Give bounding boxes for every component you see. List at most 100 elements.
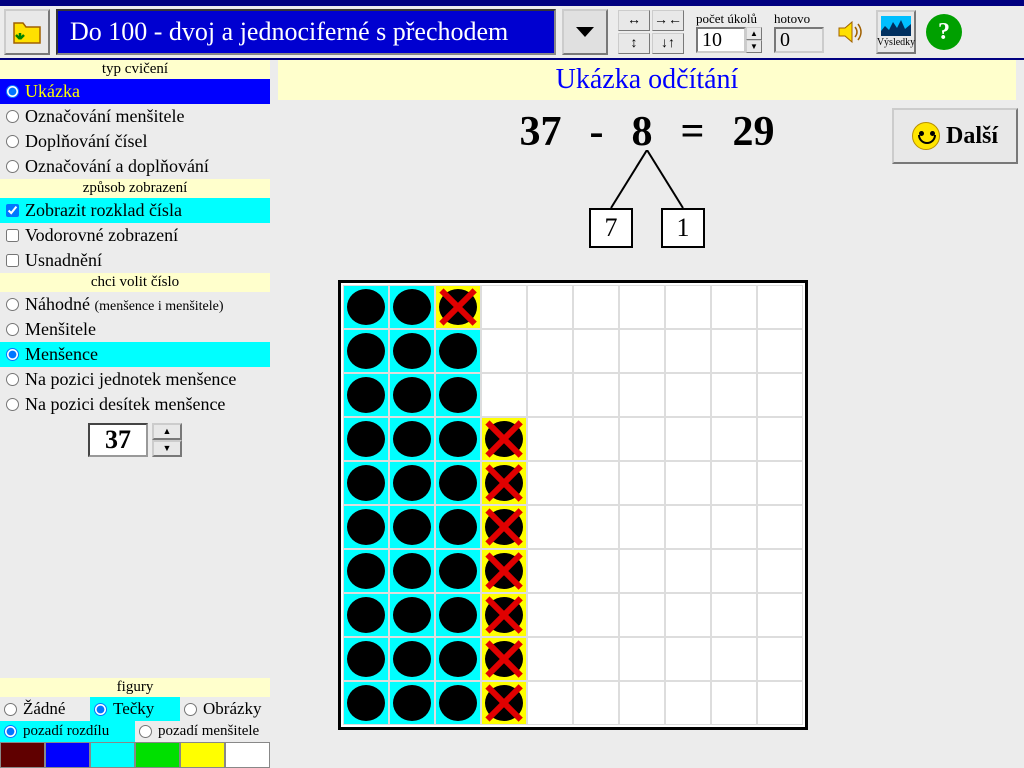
arrow-h-shrink[interactable]: →← <box>652 10 684 31</box>
typ-opt-2[interactable]: Doplňování čísel <box>0 129 270 154</box>
grid-cell <box>435 329 481 373</box>
number-up[interactable]: ▲ <box>152 423 182 440</box>
grid-cell <box>711 549 757 593</box>
grid-cell <box>711 593 757 637</box>
color-swatch[interactable] <box>180 742 225 768</box>
grid-cell <box>481 373 527 417</box>
subtrahend: 8 <box>632 108 653 156</box>
grid-cell <box>435 681 481 725</box>
volit-opt-2[interactable]: Menšence <box>0 342 270 367</box>
sidebar: typ cvičení Ukázka Označování menšitele … <box>0 60 270 768</box>
grid-cell <box>527 373 573 417</box>
volit-opt-4[interactable]: Na pozici desítek menšence <box>0 392 270 417</box>
fig-opt-0[interactable]: Žádné <box>0 697 90 721</box>
grid-cell <box>343 461 389 505</box>
task-count-label: počet úkolů <box>696 11 757 27</box>
grid-cell <box>343 285 389 329</box>
section-fig: figury <box>0 678 270 697</box>
grid-cell <box>573 417 619 461</box>
grid-cell <box>481 285 527 329</box>
exercise-dropdown[interactable]: Do 100 - dvoj a jednociferné s přechodem <box>56 9 556 55</box>
volit-opt-0[interactable]: Náhodné (menšence i menšitele) <box>0 292 270 317</box>
grid-cell <box>435 549 481 593</box>
grid-cell <box>619 593 665 637</box>
grid-cell <box>435 637 481 681</box>
typ-opt-3[interactable]: Označování a doplňování <box>0 154 270 179</box>
grid-cell <box>481 593 527 637</box>
typ-opt-1[interactable]: Označování menšitele <box>0 104 270 129</box>
arrow-v-shrink[interactable]: ↓↑ <box>652 33 684 54</box>
next-button[interactable]: Další <box>892 108 1018 164</box>
section-volit: chci volit číslo <box>0 273 270 292</box>
grid-cell <box>757 593 803 637</box>
result: 29 <box>732 108 774 156</box>
done-label: hotovo <box>774 11 810 27</box>
grid-cell <box>711 417 757 461</box>
grid-cell <box>619 637 665 681</box>
dropdown-arrow-button[interactable] <box>562 9 608 55</box>
help-button[interactable]: ? <box>926 14 962 50</box>
grid-cell <box>389 593 435 637</box>
grid-cell <box>481 461 527 505</box>
main-title: Ukázka odčítání <box>278 60 1016 100</box>
results-button[interactable]: Výsledky <box>876 10 916 54</box>
split-box-1: 7 <box>589 208 633 248</box>
color-palette <box>0 742 270 768</box>
back-folder-button[interactable] <box>4 9 50 55</box>
bg-opt-1[interactable]: pozadí menšitele <box>135 721 270 742</box>
grid-cell <box>481 549 527 593</box>
section-zpusob: způsob zobrazení <box>0 179 270 198</box>
grid-cell <box>619 461 665 505</box>
grid-cell <box>619 329 665 373</box>
volit-opt-3[interactable]: Na pozici jednotek menšence <box>0 367 270 392</box>
grid-cell <box>527 549 573 593</box>
typ-opt-0[interactable]: Ukázka <box>0 79 270 104</box>
grid-cell <box>665 549 711 593</box>
grid-cell <box>573 461 619 505</box>
grid-cell <box>389 461 435 505</box>
sound-button[interactable] <box>830 10 870 54</box>
grid-cell <box>481 681 527 725</box>
grid-cell <box>757 417 803 461</box>
grid-cell <box>665 505 711 549</box>
arrow-v-expand[interactable]: ↕ <box>618 33 650 54</box>
task-count-field: počet úkolů ▲▼ <box>696 11 762 53</box>
fig-opt-2[interactable]: Obrázky <box>180 697 270 721</box>
zpusob-opt-2[interactable]: Usnadnění <box>0 248 270 273</box>
grid-cell <box>527 593 573 637</box>
color-swatch[interactable] <box>225 742 270 768</box>
color-swatch[interactable] <box>90 742 135 768</box>
grid-cell <box>711 461 757 505</box>
task-count-input[interactable] <box>696 27 746 53</box>
zpusob-opt-1[interactable]: Vodorovné zobrazení <box>0 223 270 248</box>
split-box-2: 1 <box>661 208 705 248</box>
results-label: Výsledky <box>877 37 915 48</box>
color-swatch[interactable] <box>0 742 45 768</box>
grid-cell <box>389 417 435 461</box>
grid-cell <box>573 285 619 329</box>
fig-opt-1[interactable]: Tečky <box>90 697 180 721</box>
grid-cell <box>343 505 389 549</box>
grid-cell <box>435 593 481 637</box>
grid-cell <box>527 461 573 505</box>
grid-cell <box>757 637 803 681</box>
volit-opt-1[interactable]: Menšitele <box>0 317 270 342</box>
grid-cell <box>619 681 665 725</box>
arrow-h-expand[interactable]: ↔ <box>618 10 650 31</box>
grid-cell <box>711 373 757 417</box>
grid-cell <box>711 329 757 373</box>
grid-cell <box>343 593 389 637</box>
minus-sign: - <box>590 108 604 156</box>
grid-cell <box>757 461 803 505</box>
task-count-down[interactable]: ▼ <box>746 40 762 53</box>
task-count-up[interactable]: ▲ <box>746 27 762 40</box>
color-swatch[interactable] <box>135 742 180 768</box>
grid-cell <box>527 329 573 373</box>
color-swatch[interactable] <box>45 742 90 768</box>
bg-opt-0[interactable]: pozadí rozdílu <box>0 721 135 742</box>
number-down[interactable]: ▼ <box>152 440 182 457</box>
grid-cell <box>573 681 619 725</box>
zpusob-opt-0[interactable]: Zobrazit rozklad čísla <box>0 198 270 223</box>
grid-cell <box>665 285 711 329</box>
grid-cell <box>573 549 619 593</box>
